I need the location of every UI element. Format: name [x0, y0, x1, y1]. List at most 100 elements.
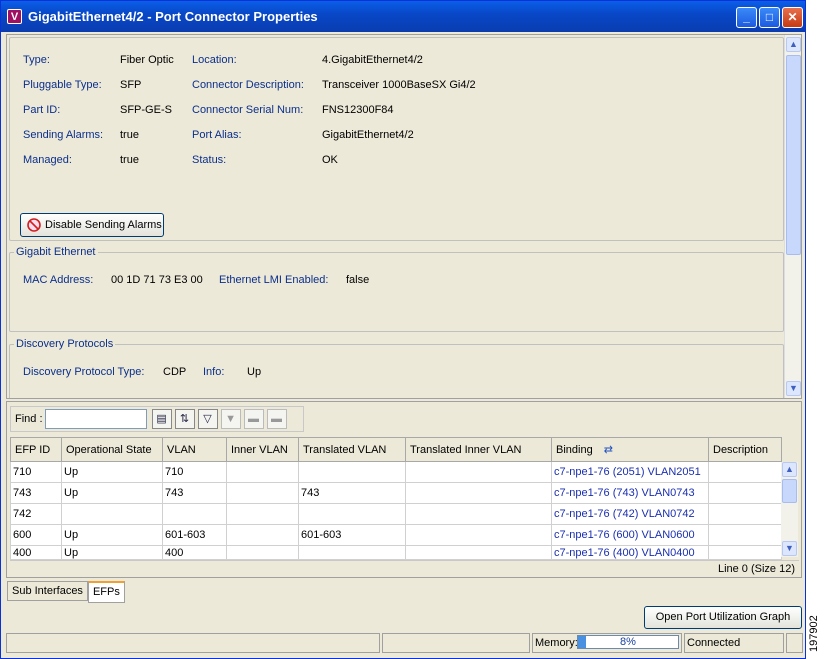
resize-grip[interactable] — [786, 633, 803, 653]
disable-sending-alarms-button[interactable]: Disable Sending Alarms — [20, 213, 164, 237]
table-scroll-up-icon[interactable]: ▲ — [782, 462, 797, 477]
export-icon[interactable]: ▬ — [243, 409, 264, 429]
cell-operational-state — [61, 503, 163, 525]
efp-table-panel: Find : ▤ ⇅ ▽ ▼ ▬ ▬ EFP ID Operational St… — [6, 401, 802, 578]
save-icon[interactable]: ▤ — [151, 409, 172, 429]
table-row[interactable]: 743 Up 743 743 c7-npe1-76 (743) VLAN0743 — [10, 482, 782, 504]
cell-binding[interactable]: c7-npe1-76 (742) VLAN0742 — [551, 503, 709, 525]
cell-description — [708, 482, 782, 504]
cell-description — [708, 545, 782, 560]
ethernet-lmi-label: Ethernet LMI Enabled: — [219, 274, 329, 286]
efp-table: EFP ID Operational State VLAN Inner VLAN… — [10, 437, 782, 560]
scroll-up-arrow-icon[interactable]: ▲ — [786, 37, 801, 52]
cell-efp-id: 400 — [10, 545, 62, 560]
table-row[interactable]: 742 c7-npe1-76 (742) VLAN0742 — [10, 503, 782, 525]
cell-binding[interactable]: c7-npe1-76 (400) VLAN0400 — [551, 545, 709, 560]
cell-description — [708, 461, 782, 483]
find-input[interactable] — [44, 409, 147, 429]
cell-vlan: 710 — [162, 461, 227, 483]
table-row[interactable]: 400 Up 400 c7-npe1-76 (400) VLAN0400 — [10, 545, 782, 560]
connector-serial-label: Connector Serial Num: — [192, 104, 304, 116]
cell-binding[interactable]: c7-npe1-76 (600) VLAN0600 — [551, 524, 709, 546]
table-scroll-thumb[interactable] — [782, 479, 797, 503]
maximize-button[interactable]: □ — [759, 7, 780, 28]
table-toolbar: Find : ▤ ⇅ ▽ ▼ ▬ ▬ — [10, 406, 304, 432]
discovery-protocols-legend: Discovery Protocols — [14, 338, 116, 350]
cell-inner-vlan — [226, 461, 299, 483]
cell-efp-id: 710 — [10, 461, 62, 483]
cell-inner-vlan — [226, 545, 299, 560]
tab-efps[interactable]: EFPs — [87, 581, 125, 603]
column-header-binding[interactable]: Binding ⇄ — [551, 437, 709, 462]
line-status: Line 0 (Size 12) — [10, 560, 799, 576]
cell-translated-inner-vlan — [405, 524, 552, 546]
properties-scroll-pane: Type: Fiber Optic Location: 4.GigabitEth… — [6, 34, 802, 399]
cell-translated-inner-vlan — [405, 482, 552, 504]
table-scrollbar[interactable]: ▲ ▼ — [781, 462, 798, 557]
close-button[interactable]: ✕ — [782, 7, 803, 28]
cell-vlan: 400 — [162, 545, 227, 560]
column-header-translated-inner-vlan[interactable]: Translated Inner VLAN — [405, 437, 552, 462]
type-label: Type: — [23, 54, 50, 66]
managed-value: true — [120, 154, 139, 166]
memory-label: Memory: — [535, 637, 578, 649]
title-bar[interactable]: V GigabitEthernet4/2 - Port Connector Pr… — [1, 1, 805, 32]
cell-efp-id: 742 — [10, 503, 62, 525]
table-row[interactable]: 600 Up 601-603 601-603 c7-npe1-76 (600) … — [10, 524, 782, 546]
no-alarm-icon — [27, 218, 41, 232]
column-header-operational-state[interactable]: Operational State — [61, 437, 163, 462]
cell-vlan: 601-603 — [162, 524, 227, 546]
discovery-protocols-group: Discovery Protocols Discovery Protocol T… — [9, 338, 784, 398]
table-row[interactable]: 710 Up 710 c7-npe1-76 (2051) VLAN2051 — [10, 461, 782, 483]
connector-serial-value: FNS12300F84 — [322, 104, 394, 116]
properties-group: Type: Fiber Optic Location: 4.GigabitEth… — [9, 37, 784, 241]
cell-binding[interactable]: c7-npe1-76 (743) VLAN0743 — [551, 482, 709, 504]
cell-operational-state: Up — [61, 524, 163, 546]
minimize-button[interactable]: _ — [736, 7, 757, 28]
cell-translated-inner-vlan — [405, 503, 552, 525]
connector-description-label: Connector Description: — [192, 79, 304, 91]
scroll-down-arrow-icon[interactable]: ▼ — [786, 381, 801, 396]
open-port-utilization-graph-button[interactable]: Open Port Utilization Graph — [644, 606, 802, 629]
column-header-description[interactable]: Description — [708, 437, 782, 462]
sending-alarms-label: Sending Alarms: — [23, 129, 104, 141]
cell-description — [708, 524, 782, 546]
cell-efp-id: 743 — [10, 482, 62, 504]
column-header-inner-vlan[interactable]: Inner VLAN — [226, 437, 299, 462]
table-scroll-down-icon[interactable]: ▼ — [782, 541, 797, 556]
column-header-vlan[interactable]: VLAN — [162, 437, 227, 462]
cell-inner-vlan — [226, 524, 299, 546]
cell-translated-vlan — [298, 461, 406, 483]
cell-binding[interactable]: c7-npe1-76 (2051) VLAN2051 — [551, 461, 709, 483]
window-title: GigabitEthernet4/2 - Port Connector Prop… — [28, 9, 318, 24]
refresh-sort-icon[interactable]: ⇄ — [604, 444, 613, 456]
print-icon[interactable]: ▬ — [266, 409, 287, 429]
gigabit-ethernet-legend: Gigabit Ethernet — [14, 246, 98, 258]
filter-clear-icon[interactable]: ▼ — [220, 409, 241, 429]
cell-vlan: 743 — [162, 482, 227, 504]
tab-sub-interfaces[interactable]: Sub Interfaces — [7, 581, 88, 601]
sort-icon[interactable]: ⇅ — [174, 409, 195, 429]
managed-label: Managed: — [23, 154, 72, 166]
cell-vlan — [162, 503, 227, 525]
cell-operational-state: Up — [61, 545, 163, 560]
scroll-thumb[interactable] — [786, 55, 801, 255]
properties-scrollbar[interactable]: ▲ ▼ — [784, 35, 801, 398]
cell-translated-vlan — [298, 545, 406, 560]
column-header-efp-id[interactable]: EFP ID — [10, 437, 62, 462]
location-label: Location: — [192, 54, 237, 66]
connector-description-value: Transceiver 1000BaseSX Gi4/2 — [322, 79, 476, 91]
app-icon: V — [7, 9, 22, 24]
connection-status: Connected — [684, 633, 784, 653]
cell-efp-id: 600 — [10, 524, 62, 546]
cell-description — [708, 503, 782, 525]
discovery-type-label: Discovery Protocol Type: — [23, 366, 145, 378]
column-header-translated-vlan[interactable]: Translated VLAN — [298, 437, 406, 462]
status-value: OK — [322, 154, 338, 166]
memory-percent: 8% — [620, 636, 636, 648]
cell-translated-vlan — [298, 503, 406, 525]
pluggable-type-label: Pluggable Type: — [23, 79, 102, 91]
bottom-tabs: Sub Interfaces EFPs — [7, 581, 125, 603]
filter-icon[interactable]: ▽ — [197, 409, 218, 429]
cell-translated-vlan: 743 — [298, 482, 406, 504]
